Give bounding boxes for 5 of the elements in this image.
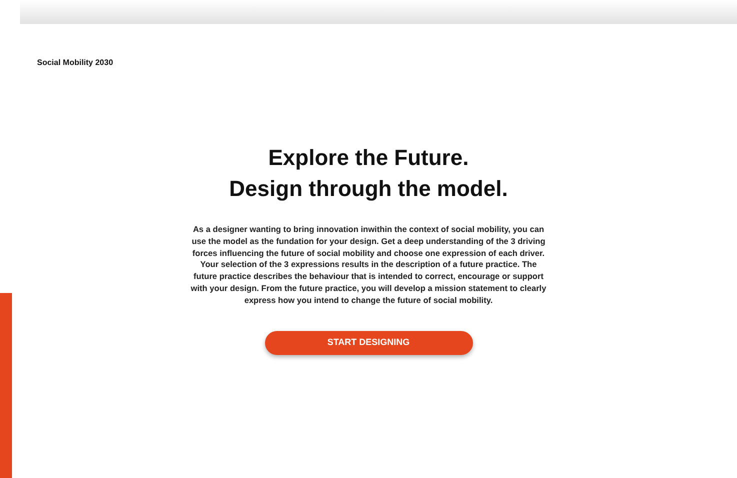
headline: Design through the model.	[229, 175, 508, 203]
start-designing-button[interactable]: START DESIGNING	[264, 330, 472, 355]
intro-paragraph: As a designer wanting to bring innovation inwithin the context of social mobility, you can use the model as the fundation for your design. Get a deep understanding of the 3 driving forces influencing the future of social mobility and choose one expression of each driver. Your selection of the 3 expressions results in the description of a future practice. The future practice describes the behaviour that is intended to correct, encourage or support with your design. From the future practice, you will develop a mission statement to clearly express how you intend to change the future of social mobility.	[190, 224, 548, 307]
brand-title: Social Mobility 2030	[37, 58, 114, 67]
headline: Explore the Future.	[268, 144, 469, 172]
